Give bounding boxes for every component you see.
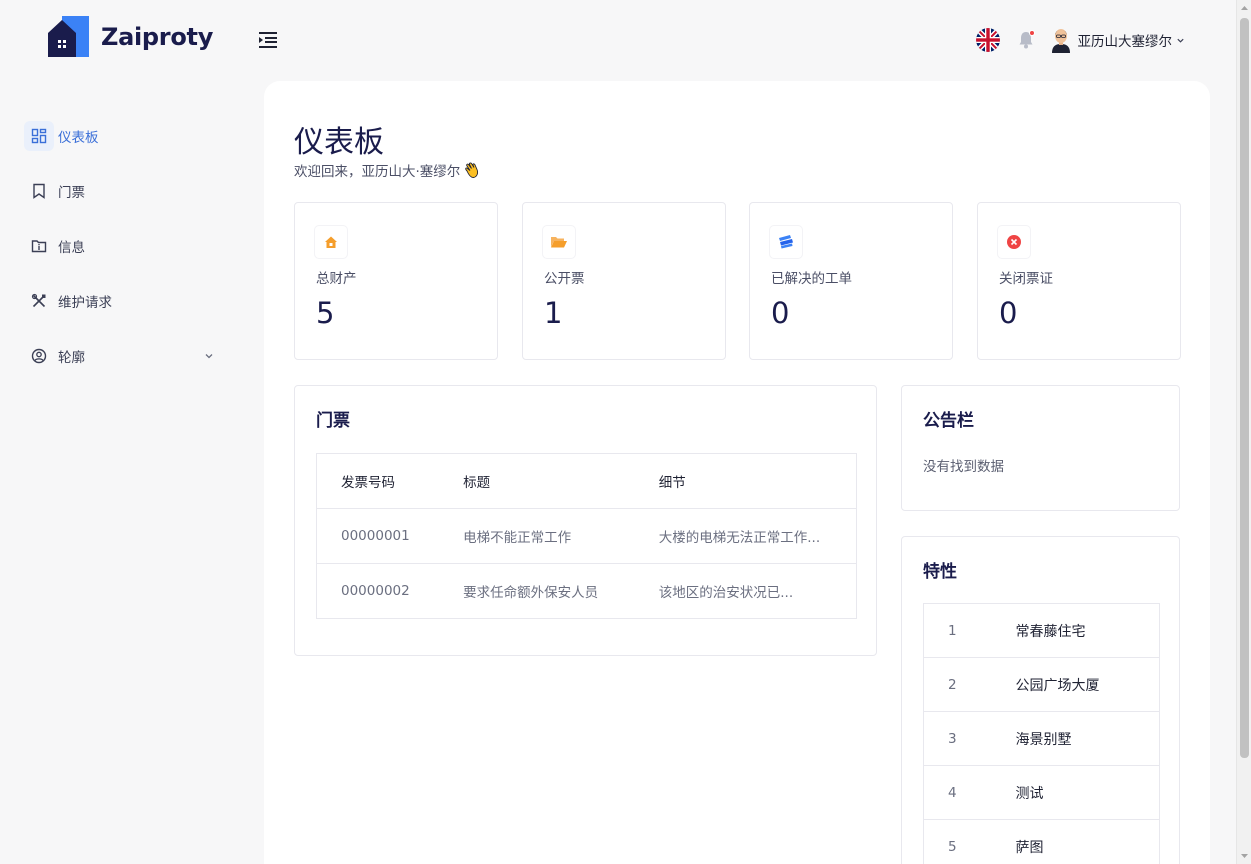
user-name: 亚历山大塞缪尔 (1077, 34, 1173, 50)
ticket-number: 00000001 (316, 508, 464, 564)
stat-card-closed-tickets[interactable]: 关闭票证 0 (977, 202, 1181, 360)
column-header: 发票号码 (316, 453, 464, 509)
avatar (1051, 29, 1070, 53)
user-menu[interactable]: 亚历山大塞缪尔 (1050, 27, 1186, 53)
properties-table: 1 常春藤住宅 2 公园广场大厦 3 海景别墅 4 测试 5 萨图 (923, 603, 1160, 864)
stat-card-total-properties[interactable]: 总财产 5 (294, 202, 498, 360)
sidebar-item-maintenance[interactable]: 维护请求 (24, 283, 224, 319)
table-row[interactable]: 1 常春藤住宅 (923, 603, 1160, 658)
app: Zaiproty 亚历山大塞缪尔 仪表板 门票 信息 维护请求 轮廓 仪表板 欢… (0, 0, 1251, 864)
table-row[interactable]: 5 萨图 (923, 819, 1160, 864)
properties-panel: 特性 1 常春藤住宅 2 公园广场大厦 3 海景别墅 4 测试 5 萨图 (901, 536, 1180, 864)
stat-value: 0 (999, 296, 1018, 330)
properties-title: 特性 (923, 562, 957, 582)
notifications-button[interactable] (1016, 30, 1036, 50)
scroll-up-arrow-icon[interactable] (1240, 4, 1249, 13)
logo-house-icon (48, 16, 89, 57)
waving-hand-icon (465, 162, 479, 178)
sidebar-item-dashboard[interactable]: 仪表板 (24, 118, 224, 154)
folder-open-icon (543, 226, 575, 258)
stat-label: 关闭票证 (999, 271, 1053, 287)
notice-board-title: 公告栏 (923, 411, 974, 431)
sidebar-item-tickets[interactable]: 门票 (24, 173, 224, 209)
sidebar-item-label: 维护请求 (58, 295, 112, 311)
menu-toggle-icon[interactable] (258, 30, 278, 50)
sidebar-item-info[interactable]: 信息 (24, 228, 224, 264)
ticket-title: 要求任命额外保安人员 (463, 585, 599, 601)
folder-info-icon (24, 231, 54, 261)
ticket-details: 大楼的电梯无法正常工作... (658, 508, 857, 564)
close-circle-icon (998, 226, 1030, 258)
property-index: 2 (923, 657, 1016, 712)
chevron-down-icon (205, 354, 213, 359)
bookmark-icon (24, 176, 54, 206)
tickets-panel: 门票 发票号码 标题 细节 00000001 电梯不能正常工作 大楼的电梯无法正… (294, 385, 877, 656)
stat-label: 已解决的工单 (771, 271, 852, 287)
welcome-message: 欢迎回来，亚历山大·塞缪尔 (294, 160, 482, 180)
scrollbar[interactable] (1236, 0, 1251, 864)
property-name: 萨图 (1015, 819, 1160, 864)
table-row[interactable]: 00000001 电梯不能正常工作 大楼的电梯无法正常工作... (316, 508, 857, 564)
tickets-icon (770, 226, 802, 258)
column-header: 标题 (463, 453, 659, 509)
property-name: 测试 (1015, 765, 1160, 820)
sidebar-item-profile[interactable]: 轮廓 (24, 338, 224, 374)
stat-label: 公开票 (544, 271, 585, 287)
property-index: 5 (923, 819, 1016, 864)
property-name: 公园广场大厦 (1015, 657, 1160, 712)
sidebar: 仪表板 门票 信息 维护请求 轮廓 (24, 118, 224, 393)
scroll-thumb[interactable] (1240, 18, 1249, 758)
sidebar-item-label: 门票 (58, 185, 85, 201)
brand[interactable]: Zaiproty (48, 16, 213, 57)
brand-name: Zaiproty (101, 22, 214, 51)
page-title: 仪表板 (294, 125, 384, 160)
stat-value: 0 (771, 296, 790, 330)
tools-icon (24, 286, 54, 316)
sidebar-item-label: 轮廓 (58, 350, 85, 366)
chevron-down-icon (1177, 38, 1184, 43)
tickets-table: 发票号码 标题 细节 00000001 电梯不能正常工作 大楼的电梯无法正常工作… (316, 453, 857, 619)
stat-label: 总财产 (316, 271, 357, 287)
user-circle-icon (24, 341, 54, 371)
notification-dot (1028, 30, 1035, 36)
table-row[interactable]: 4 测试 (923, 765, 1160, 820)
ticket-title: 电梯不能正常工作 (463, 508, 659, 564)
notice-board-panel: 公告栏 没有找到数据 (901, 385, 1180, 511)
property-name: 常春藤住宅 (1015, 603, 1160, 658)
ticket-details: 该地区的治安状况已... (658, 585, 794, 601)
property-index: 3 (923, 711, 1016, 766)
uk-flag-icon[interactable] (975, 28, 1000, 52)
table-row[interactable]: 00000002 要求任命额外保安人员 该地区的治安状况已... (317, 564, 857, 619)
home-icon (315, 226, 347, 258)
sidebar-item-label: 仪表板 (58, 130, 99, 146)
stat-value: 5 (316, 296, 335, 330)
column-header: 细节 (658, 453, 857, 509)
property-name: 海景别墅 (1015, 711, 1160, 766)
main-content: 仪表板 欢迎回来，亚历山大·塞缪尔 总财产 5 公开票 1 已解决的工单 0 关… (264, 81, 1210, 864)
header-actions: 亚历山大塞缪尔 (975, 24, 1186, 56)
table-row[interactable]: 3 海景别墅 (923, 711, 1160, 766)
ticket-number: 00000002 (341, 583, 410, 599)
dashboard-icon (24, 121, 54, 151)
tickets-title: 门票 (316, 411, 350, 431)
table-header-row: 发票号码 标题 细节 (316, 453, 857, 509)
table-row[interactable]: 2 公园广场大厦 (923, 657, 1160, 712)
empty-message: 没有找到数据 (923, 459, 1004, 475)
stat-value: 1 (544, 296, 563, 330)
property-index: 4 (923, 765, 1016, 820)
stat-card-resolved-tickets[interactable]: 已解决的工单 0 (749, 202, 953, 360)
welcome-text: 欢迎回来，亚历山大·塞缪尔 (294, 164, 461, 180)
sidebar-item-label: 信息 (58, 240, 85, 256)
stat-card-open-tickets[interactable]: 公开票 1 (522, 202, 726, 360)
property-index: 1 (923, 603, 1016, 658)
scroll-down-arrow-icon[interactable] (1240, 851, 1249, 860)
